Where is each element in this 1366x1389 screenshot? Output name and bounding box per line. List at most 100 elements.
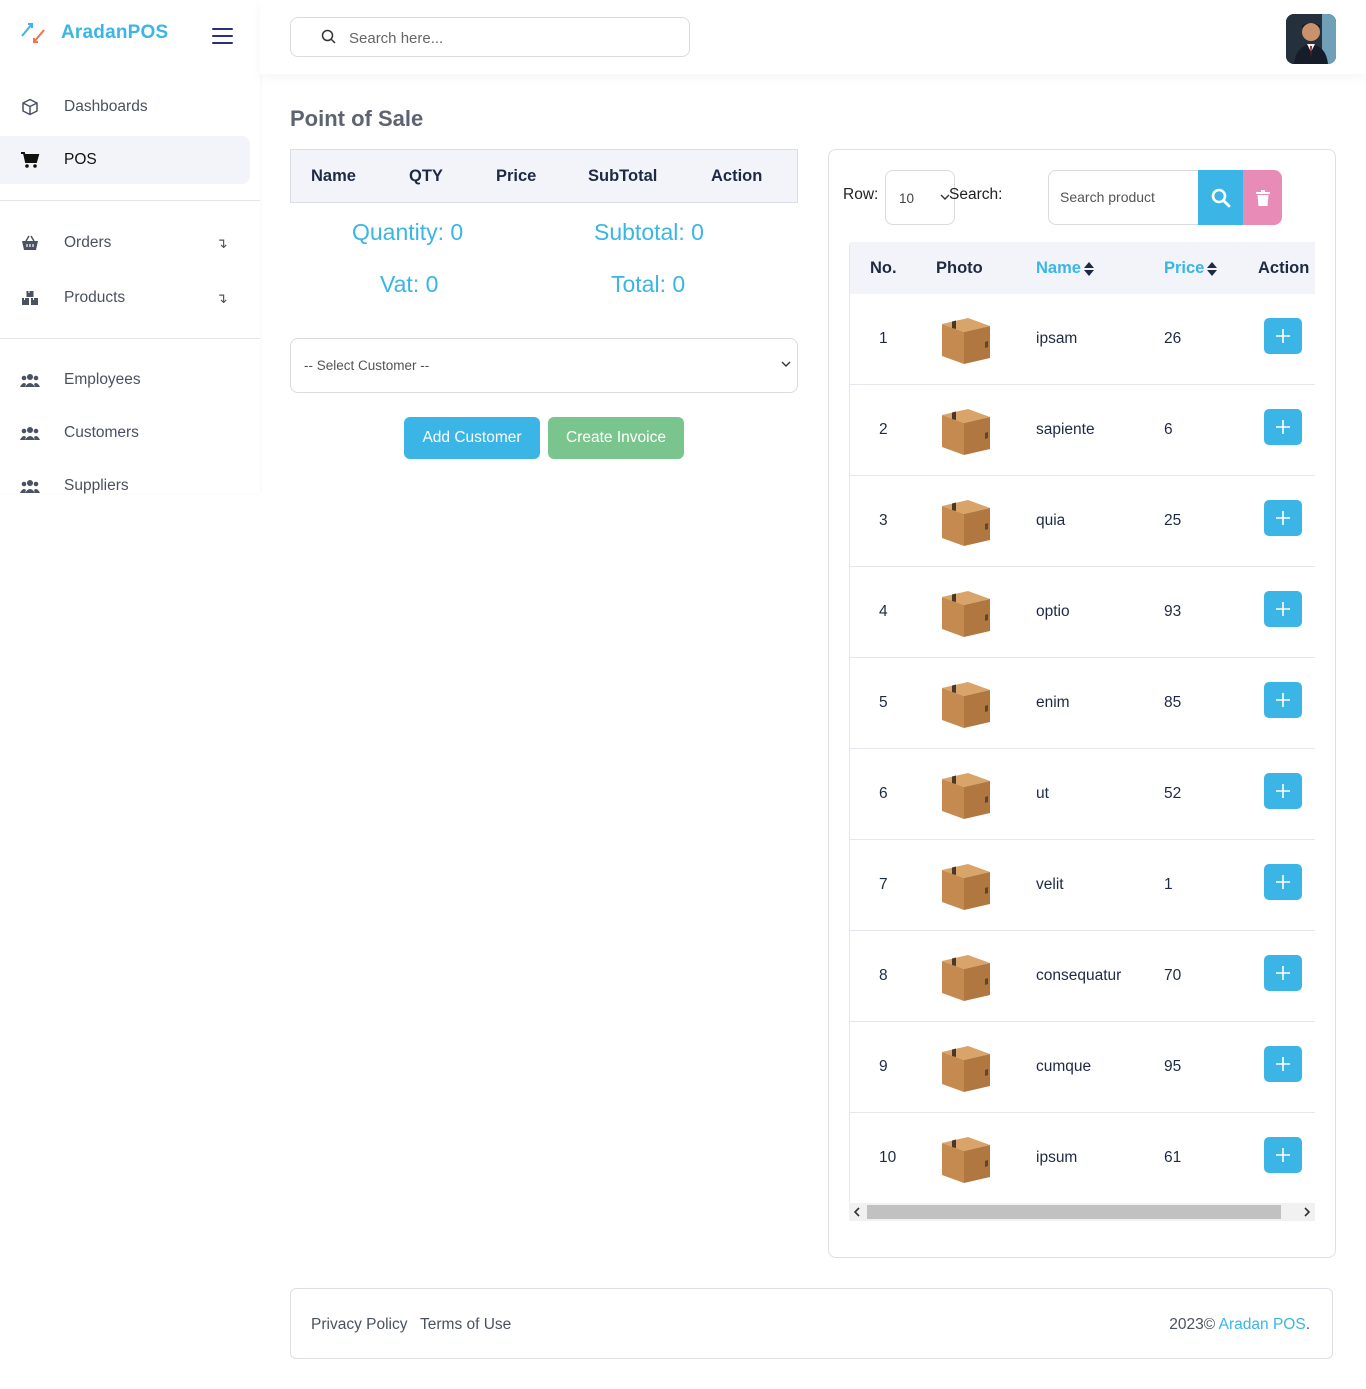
sidebar-item-label: Dashboards bbox=[64, 98, 148, 115]
sidebar-item-customers[interactable]: Customers bbox=[0, 409, 250, 457]
footer-brand-link[interactable]: Aradan POS bbox=[1219, 1316, 1306, 1333]
users-icon bbox=[20, 476, 40, 496]
plus-icon bbox=[1276, 602, 1290, 616]
product-column-action: Action bbox=[1258, 259, 1310, 277]
cube-icon bbox=[20, 97, 40, 117]
logo-icon bbox=[21, 23, 45, 43]
global-search[interactable] bbox=[290, 17, 690, 57]
add-to-cart-button[interactable] bbox=[1264, 682, 1302, 718]
table-row: 8 consequatur 70 bbox=[849, 931, 1315, 1022]
brand[interactable]: AradanPOS bbox=[20, 18, 168, 48]
sidebar-item-products[interactable]: Products ↴ bbox=[0, 274, 250, 322]
product-price: 1 bbox=[1164, 876, 1173, 893]
product-name: quia bbox=[1036, 512, 1066, 529]
add-to-cart-button[interactable] bbox=[1264, 500, 1302, 536]
product-no: 9 bbox=[879, 1058, 888, 1075]
hamburger-menu-icon[interactable] bbox=[212, 28, 233, 44]
cart-icon bbox=[20, 150, 40, 170]
add-to-cart-button[interactable] bbox=[1264, 1046, 1302, 1082]
sidebar-item-pos[interactable]: POS bbox=[0, 136, 250, 184]
product-price: 6 bbox=[1164, 421, 1173, 438]
table-row: 5 enim 85 bbox=[849, 658, 1315, 749]
sidebar-item-label: Suppliers bbox=[64, 477, 129, 494]
product-photo bbox=[938, 1042, 992, 1094]
privacy-policy-link[interactable]: Privacy Policy bbox=[311, 1316, 407, 1334]
product-no: 4 bbox=[879, 603, 888, 620]
sidebar-divider bbox=[0, 200, 260, 201]
product-name: enim bbox=[1036, 694, 1070, 711]
table-row: 6 ut 52 bbox=[849, 749, 1315, 840]
scrollbar-thumb[interactable] bbox=[867, 1205, 1281, 1219]
product-price: 85 bbox=[1164, 694, 1182, 711]
customer-select[interactable]: -- Select Customer -- bbox=[290, 338, 798, 393]
product-price: 52 bbox=[1164, 785, 1182, 802]
add-customer-button[interactable]: Add Customer bbox=[404, 417, 540, 459]
product-photo bbox=[938, 1133, 992, 1185]
plus-icon bbox=[1276, 329, 1290, 343]
add-to-cart-button[interactable] bbox=[1264, 409, 1302, 445]
cart-table-header: Name QTY Price SubTotal Action bbox=[290, 149, 798, 203]
global-search-input[interactable] bbox=[349, 27, 669, 49]
product-photo bbox=[938, 587, 992, 639]
sidebar-item-dashboards[interactable]: Dashboards bbox=[0, 83, 250, 131]
cart-column-action: Action bbox=[711, 167, 763, 185]
table-row: 1 ipsam 26 bbox=[849, 294, 1315, 385]
product-price: 25 bbox=[1164, 512, 1182, 529]
submenu-arrow-icon: ↴ bbox=[216, 234, 228, 251]
cart-column-name: Name bbox=[311, 167, 356, 185]
search-button[interactable] bbox=[1198, 170, 1243, 225]
submenu-arrow-icon: ↴ bbox=[216, 289, 228, 306]
product-column-price-label: Price bbox=[1164, 259, 1205, 277]
scroll-left-icon[interactable] bbox=[851, 1206, 863, 1218]
add-to-cart-button[interactable] bbox=[1264, 864, 1302, 900]
avatar[interactable] bbox=[1286, 14, 1336, 64]
basket-icon bbox=[20, 233, 40, 253]
product-table: No. Photo Name Price Action 1 ipsam 26 2 sap… bbox=[849, 242, 1315, 1222]
sidebar-item-orders[interactable]: Orders ↴ bbox=[0, 219, 250, 267]
product-name: sapiente bbox=[1036, 421, 1095, 438]
product-name: ipsum bbox=[1036, 1149, 1078, 1166]
add-to-cart-button[interactable] bbox=[1264, 773, 1302, 809]
chevron-down-icon bbox=[781, 361, 791, 367]
add-to-cart-button[interactable] bbox=[1264, 1137, 1302, 1173]
sidebar-divider bbox=[0, 338, 260, 339]
rows-per-page-select[interactable]: 10 bbox=[885, 170, 955, 225]
create-invoice-button[interactable]: Create Invoice bbox=[548, 417, 684, 459]
horizontal-scrollbar[interactable] bbox=[849, 1203, 1315, 1221]
clear-search-button[interactable] bbox=[1243, 170, 1282, 225]
product-price: 61 bbox=[1164, 1149, 1182, 1166]
add-to-cart-button[interactable] bbox=[1264, 591, 1302, 627]
page-title: Point of Sale bbox=[290, 106, 424, 131]
product-search[interactable] bbox=[1048, 170, 1200, 225]
product-name: optio bbox=[1036, 603, 1070, 620]
product-photo bbox=[938, 951, 992, 1003]
add-to-cart-button[interactable] bbox=[1264, 955, 1302, 991]
plus-icon bbox=[1276, 511, 1290, 525]
copyright: 2023© Aradan POS. bbox=[1169, 1316, 1310, 1334]
add-to-cart-button[interactable] bbox=[1264, 318, 1302, 354]
product-photo bbox=[938, 678, 992, 730]
table-row: 9 cumque 95 bbox=[849, 1022, 1315, 1113]
product-column-price[interactable]: Price bbox=[1164, 259, 1218, 278]
product-search-input[interactable] bbox=[1060, 189, 1190, 205]
table-row: 3 quia 25 bbox=[849, 476, 1315, 567]
product-price: 26 bbox=[1164, 330, 1182, 347]
product-column-name[interactable]: Name bbox=[1036, 259, 1094, 278]
sidebar: AradanPOS Dashboards POS Orders ↴ Produc… bbox=[0, 0, 260, 494]
cart-subtotal: Subtotal: 0 bbox=[594, 219, 704, 245]
cart-column-subtotal: SubTotal bbox=[588, 167, 658, 185]
copyright-period: . bbox=[1305, 1316, 1310, 1333]
terms-of-use-link[interactable]: Terms of Use bbox=[420, 1316, 511, 1334]
plus-icon bbox=[1276, 875, 1290, 889]
product-photo bbox=[938, 405, 992, 457]
sidebar-item-suppliers[interactable]: Suppliers bbox=[0, 462, 250, 510]
product-panel: Row: 10 Search: No. Photo Name Price Act… bbox=[828, 149, 1336, 1258]
product-no: 8 bbox=[879, 967, 888, 984]
scroll-right-icon[interactable] bbox=[1301, 1206, 1313, 1218]
sidebar-item-label: POS bbox=[64, 151, 97, 168]
product-price: 95 bbox=[1164, 1058, 1182, 1075]
sidebar-item-employees[interactable]: Employees bbox=[0, 356, 250, 404]
cart-column-qty: QTY bbox=[409, 167, 443, 185]
sidebar-item-label: Customers bbox=[64, 424, 139, 441]
product-table-header: No. Photo Name Price Action bbox=[849, 242, 1315, 294]
